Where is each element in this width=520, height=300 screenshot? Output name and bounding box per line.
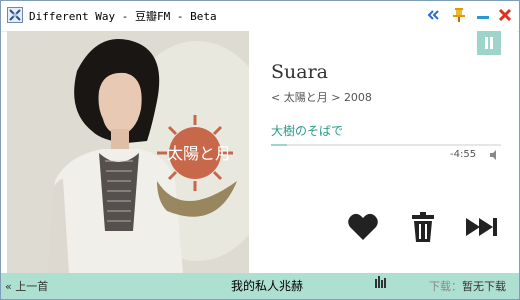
bottom-bar: « 上一首 我的私人兆赫 下载：暂无下载 [1, 273, 519, 299]
skip-forward-icon[interactable] [465, 211, 499, 243]
artist-name: Suara [271, 61, 328, 83]
download-value: 暂无下载 [462, 280, 506, 293]
app-icon [7, 7, 23, 23]
progress-bar[interactable] [271, 144, 501, 146]
heart-icon[interactable] [347, 211, 379, 243]
album-bracket-open: < [271, 91, 284, 104]
progress-fill [271, 144, 288, 146]
song-title[interactable]: 大樹のそばで [271, 122, 343, 139]
album-bracket-close: > [327, 91, 341, 104]
album-line: < 太陽と月 > 2008 [271, 89, 372, 105]
minimize-icon[interactable] [475, 7, 491, 23]
player-window: Different Way - 豆瓣FM - Beta 太陽と月 Suara <… [0, 0, 520, 300]
album-link[interactable]: < 太陽と月 > [271, 91, 340, 104]
close-icon[interactable] [497, 7, 513, 23]
player-content: 太陽と月 Suara < 太陽と月 > 2008 大樹のそばで -4:55 [7, 31, 517, 273]
window-title: Different Way - 豆瓣FM - Beta [29, 10, 217, 23]
album-cover-art: 太陽と月 [7, 31, 249, 273]
double-chevron-left-icon[interactable] [425, 7, 441, 23]
download-status: 下载：暂无下载 [429, 278, 506, 294]
pause-button[interactable] [477, 31, 501, 55]
station-name[interactable]: 我的私人兆赫 [231, 277, 303, 294]
album-cover: 太陽と月 [7, 31, 249, 273]
album-title: 太陽と月 [283, 91, 328, 104]
pin-icon[interactable] [451, 7, 467, 23]
previous-track-link[interactable]: « 上一首 [5, 278, 48, 294]
equalizer-bars-icon [375, 276, 386, 288]
track-info-panel: Suara < 太陽と月 > 2008 大樹のそばで -4:55 [255, 31, 513, 273]
download-label: 下载： [429, 280, 462, 293]
time-remaining: -4:55 [450, 149, 477, 160]
trash-icon[interactable] [411, 211, 435, 243]
album-year: 2008 [343, 91, 372, 104]
cover-title-text: 太陽と月 [167, 144, 231, 163]
volume-icon[interactable] [489, 149, 501, 161]
title-bar[interactable]: Different Way - 豆瓣FM - Beta [1, 1, 519, 32]
